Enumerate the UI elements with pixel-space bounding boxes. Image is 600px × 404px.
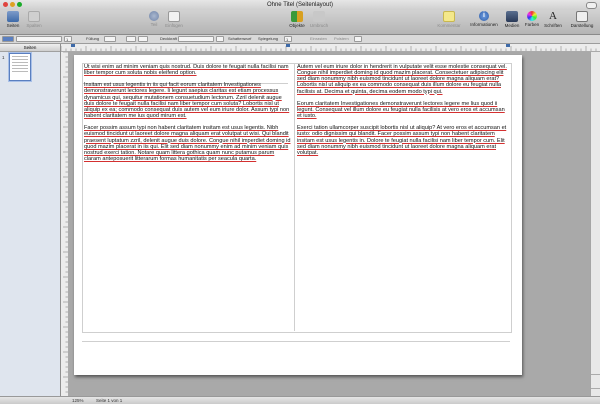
wrap-button[interactable]: Umbruch — [307, 11, 331, 28]
fill-color-well[interactable] — [104, 36, 116, 42]
wrap-style-button[interactable] — [126, 36, 136, 42]
left-indent-marker[interactable] — [71, 44, 75, 47]
horizontal-ruler[interactable] — [61, 44, 600, 52]
close-window-icon[interactable] — [3, 2, 8, 7]
wrap-style-button-2[interactable] — [138, 36, 148, 42]
columns-icon — [28, 11, 40, 22]
opacity-checkbox[interactable] — [216, 36, 224, 42]
colors-icon — [527, 11, 537, 21]
right-column[interactable]: Autem vel eum iriure dolor in hendrerit … — [297, 64, 508, 162]
vertical-scrollbar[interactable] — [590, 52, 600, 396]
reflection-field[interactable]: 1 — [284, 36, 292, 42]
fill-label: Füllung — [86, 36, 100, 41]
shadow-checkbox-label[interactable]: Schattenwurf — [228, 36, 251, 42]
document-page[interactable]: Ut wisi enim ad minim veniam quis nostru… — [74, 55, 522, 375]
media-icon — [506, 11, 518, 22]
columns-button[interactable]: Spalten — [22, 11, 46, 28]
wrap-icon — [313, 11, 325, 22]
stroke-width-field[interactable]: 1 — [64, 36, 72, 42]
opacity-label: Deckkraft — [160, 36, 177, 41]
window-title: Ohne Titel (Seitenlayout) — [266, 2, 334, 8]
view-icon — [576, 11, 588, 22]
pages-icon — [7, 11, 19, 22]
toolbar-toggle-button[interactable] — [586, 2, 597, 9]
thumbnail-number: 1 — [2, 55, 5, 60]
sidebar-header: Seiten — [0, 44, 60, 52]
zoom-window-icon[interactable] — [17, 2, 22, 7]
vertical-ruler-ticks — [63, 52, 68, 393]
view-button[interactable]: Darstellung — [566, 11, 598, 28]
title-bar: Ohne Titel (Seitenlayout) — [0, 0, 600, 10]
paragraph: Exerci tation ullamcorper suscipit lobor… — [297, 125, 507, 156]
align-label: Einrasten — [310, 36, 327, 41]
info-icon: i — [479, 11, 489, 21]
vertical-ruler[interactable] — [61, 52, 69, 396]
format-bar: 1 Füllung Deckkraft Schattenwurf Spiegel… — [0, 35, 600, 44]
paragraph: Eorum claritatem Investigationes demonst… — [297, 100, 505, 120]
objects-icon — [291, 11, 303, 22]
fonts-icon: A — [549, 10, 557, 22]
window-controls — [3, 2, 22, 7]
insert-icon — [168, 11, 180, 22]
paragraph: Ut wisi enim ad minim veniam quis nostru… — [84, 64, 289, 77]
padding-label: Polstern — [334, 36, 349, 41]
column-marker[interactable] — [286, 44, 290, 47]
minimize-window-icon[interactable] — [10, 2, 15, 7]
column-divider — [294, 63, 295, 331]
ruler-ticks — [61, 44, 597, 51]
left-column[interactable]: Ut wisi enim ad minim veniam quis nostru… — [84, 64, 292, 168]
objects-button[interactable]: Objekte — [285, 11, 309, 28]
fonts-button[interactable]: A Schriften — [541, 10, 565, 29]
reflection-checkbox-label[interactable]: Spiegelung — [258, 36, 278, 42]
section-icon — [149, 11, 159, 21]
comment-button[interactable]: Kommentar — [437, 11, 461, 28]
styles-drawer-button[interactable] — [2, 36, 14, 42]
right-indent-marker[interactable] — [506, 44, 510, 47]
scroll-up-arrow[interactable] — [591, 374, 600, 382]
paragraph: Insitam est usus legentis in iis qui fac… — [84, 82, 290, 120]
scroll-down-arrow[interactable] — [591, 388, 600, 396]
document-canvas: Ut wisi enim ad minim veniam quis nostru… — [69, 52, 600, 396]
page-thumbnails-sidebar: Seiten 1 — [0, 44, 61, 396]
padding-field[interactable] — [354, 36, 362, 42]
paragraph: Facer possim assum typi non habent clari… — [84, 125, 291, 163]
opacity-slider[interactable] — [178, 36, 214, 42]
paragraph: Autem vel eum iriure dolor in hendrerit … — [297, 64, 507, 95]
footer-guide — [82, 341, 510, 342]
info-button[interactable]: i Informationen — [470, 11, 498, 27]
page-thumbnail[interactable] — [9, 53, 31, 81]
insert-button[interactable]: Einfügen — [162, 11, 186, 28]
stroke-style-select[interactable] — [16, 36, 62, 42]
toolbar: Seiten Spalten Teil Einfügen Objekte Umb… — [0, 10, 600, 35]
comment-icon — [443, 11, 455, 22]
